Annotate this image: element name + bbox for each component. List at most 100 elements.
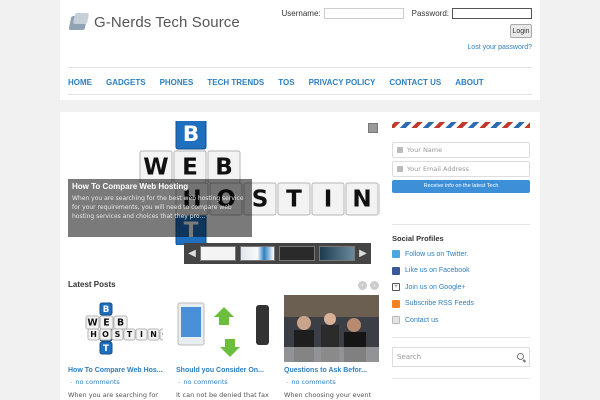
lost-password-link[interactable]: Lost your password? (467, 44, 532, 51)
twitter-icon (392, 250, 400, 259)
svg-text:N: N (352, 187, 371, 213)
post-meta[interactable]: - no comments (176, 378, 271, 386)
svg-text:S: S (115, 330, 121, 339)
search-icon[interactable] (517, 353, 524, 360)
google-plus-icon: + (392, 283, 400, 292)
thumbnail-4[interactable] (319, 246, 356, 261)
site-title[interactable]: G-Nerds Tech Source (94, 14, 240, 31)
post-title[interactable]: Should you Consider On... (176, 366, 271, 376)
post-thumbnail[interactable]: BESTWEBHOSTING (68, 295, 163, 362)
subscribe-button[interactable]: Receive info on the latest Tech (392, 180, 530, 193)
username-input[interactable] (323, 8, 404, 19)
post-comments[interactable]: no comments (291, 378, 335, 386)
subscribe-email-input[interactable]: Your Email Address (392, 161, 530, 177)
svg-text:I: I (324, 187, 333, 213)
post-thumbnail[interactable] (284, 295, 379, 362)
latest-next-icon[interactable]: › (370, 281, 379, 290)
post-title[interactable]: How To Compare Web Hos... (68, 366, 163, 376)
latest-prev-icon[interactable]: ‹ (358, 281, 367, 290)
post-card: Questions to Ask Befor... - no comments W… (284, 295, 379, 400)
subscribe-email-placeholder: Your Email Address (407, 165, 469, 173)
login-button[interactable]: Login (510, 24, 532, 38)
svg-text:B: B (183, 122, 199, 147)
sidebar-divider (392, 337, 530, 338)
slider-caption[interactable]: How To Compare Web Hosting When you are … (68, 179, 252, 237)
login-form: Username: Password: Login (274, 8, 532, 38)
nav-phones[interactable]: PHONES (160, 78, 194, 87)
svg-text:E: E (182, 155, 198, 181)
svg-text:B: B (103, 305, 110, 315)
post-excerpt: It can not be denied that fax (176, 391, 269, 399)
site-header: G-Nerds Tech Source Username: Password: … (60, 0, 540, 100)
social-item-facebook[interactable]: Like us on Facebook (392, 263, 530, 280)
social-item-twitter[interactable]: Follow us on Twitter. (392, 246, 530, 263)
post-card: BESTWEBHOSTING How To Compare Web Hos...… (68, 295, 163, 400)
user-icon (397, 147, 403, 153)
social-profiles-list: Follow us on Twitter. Like us on Faceboo… (392, 246, 530, 329)
envelope-icon (397, 166, 403, 172)
nav-tos[interactable]: TOS (278, 78, 294, 87)
social-item-label[interactable]: Like us on Facebook (405, 267, 470, 274)
logo-cube-icon (68, 12, 90, 32)
thumbs-next-icon[interactable]: ▶ (357, 248, 369, 259)
post-comments[interactable]: no comments (183, 378, 227, 386)
social-item-label[interactable]: Follow us on Twitter. (405, 251, 468, 258)
rss-icon (392, 299, 400, 308)
latest-posts-title: Latest Posts (68, 280, 116, 289)
password-label: Password: (411, 9, 449, 18)
post-card: Should you Consider On... - no comments I… (176, 295, 271, 400)
svg-text:B: B (215, 155, 233, 181)
subscribe-name-input[interactable]: Your Name (392, 142, 530, 158)
svg-text:T: T (286, 187, 302, 213)
thumbnail-2[interactable] (239, 246, 276, 261)
sidebar-divider (392, 378, 530, 379)
post-meta[interactable]: - no comments (284, 378, 379, 386)
site-logo[interactable]: G-Nerds Tech Source (68, 12, 240, 32)
post-title[interactable]: Questions to Ask Befor... (284, 366, 379, 376)
social-item-contact[interactable]: Contact us (392, 312, 530, 329)
facebook-icon (392, 266, 400, 275)
social-item-label[interactable]: Subscribe RSS Feeds (405, 300, 474, 307)
svg-text:B: B (117, 318, 124, 329)
social-item-google-plus[interactable]: + Join us on Google+ (392, 279, 530, 296)
slider-headline[interactable]: How To Compare Web Hosting (72, 182, 248, 191)
nav-home[interactable]: HOME (68, 78, 92, 87)
slider-excerpt: When you are searching for the best web … (72, 195, 244, 220)
svg-text:W: W (87, 318, 98, 329)
nav-contact-us[interactable]: CONTACT US (389, 78, 441, 87)
svg-text:H: H (90, 330, 97, 339)
thumbnail-1[interactable] (199, 246, 236, 261)
nav-bottom-divider (68, 94, 532, 95)
post-thumbnail[interactable] (176, 295, 271, 362)
featured-slider[interactable]: BEST WEB HOSTING How To Compare Web Host… (68, 121, 380, 245)
svg-text:E: E (103, 318, 109, 329)
nav-privacy-policy[interactable]: PRIVACY POLICY (309, 78, 376, 87)
svg-text:I: I (140, 330, 143, 339)
main-nav: HOME GADGETS PHONES TECH TRENDS TOS PRIV… (68, 78, 498, 87)
social-item-label[interactable]: Contact us (405, 317, 438, 324)
post-comments[interactable]: no comments (75, 378, 119, 386)
thumbs-prev-icon[interactable]: ◀ (186, 248, 198, 259)
main-content: BEST WEB HOSTING How To Compare Web Host… (60, 112, 540, 400)
sidebar-divider (392, 224, 530, 225)
slider-pause-icon[interactable] (368, 123, 378, 133)
svg-text:T: T (103, 344, 109, 354)
thumbnail-3[interactable] (279, 246, 316, 261)
social-item-rss[interactable]: Subscribe RSS Feeds (392, 296, 530, 313)
svg-text:N: N (150, 330, 157, 339)
airmail-border (392, 122, 530, 128)
nav-tech-trends[interactable]: TECH TRENDS (207, 78, 264, 87)
password-input[interactable] (452, 8, 532, 19)
search-input[interactable]: Search (392, 347, 530, 367)
svg-text:S: S (252, 187, 269, 213)
social-item-label[interactable]: Join us on Google+ (405, 284, 466, 291)
nav-gadgets[interactable]: GADGETS (106, 78, 146, 87)
svg-text:W: W (143, 155, 168, 181)
subscribe-name-placeholder: Your Name (407, 146, 443, 154)
svg-text:T: T (127, 330, 133, 339)
slider-thumbnails: ◀ ▶ (184, 243, 371, 264)
username-label: Username: (281, 9, 321, 18)
post-meta[interactable]: - no comments (68, 378, 163, 386)
svg-text:G: G (162, 330, 163, 339)
nav-about[interactable]: ABOUT (455, 78, 483, 87)
